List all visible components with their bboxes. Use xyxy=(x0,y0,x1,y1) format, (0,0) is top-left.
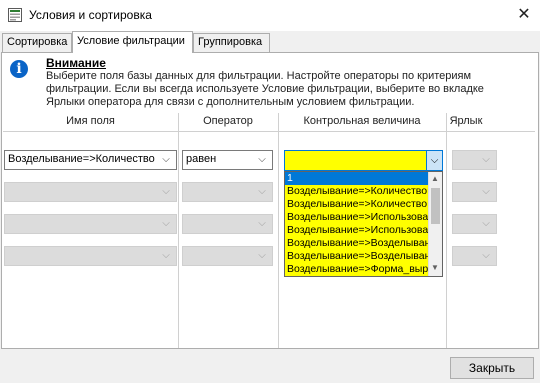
field-name-value: Возделывание=>Количество xyxy=(8,153,155,165)
dropdown-item[interactable]: Возделывание=>Использова xyxy=(285,211,431,224)
info-text-line-1: Выберите поля базы данных для фильтрации… xyxy=(46,70,472,82)
tab-filter-condition[interactable]: Условие фильтрации xyxy=(72,31,193,53)
field-name-select[interactable]: ⌵ xyxy=(4,214,177,234)
control-value-combobox[interactable] xyxy=(284,150,443,171)
operator-select[interactable]: ⌵ xyxy=(182,246,273,266)
chevron-down-icon: ⌵ xyxy=(258,154,266,165)
control-value-dropdown: 1 Возделывание=>Количество Возделывание=… xyxy=(284,171,443,277)
close-icon[interactable]: ✕ xyxy=(512,4,536,26)
dropdown-item[interactable]: 1 xyxy=(285,172,431,185)
chevron-down-icon: ⌵ xyxy=(258,250,266,261)
label-select[interactable]: ⌵ xyxy=(452,214,497,234)
column-divider xyxy=(178,113,179,348)
label-select[interactable]: ⌵ xyxy=(452,182,497,202)
chevron-down-icon: ⌵ xyxy=(162,154,170,165)
chevron-down-icon[interactable]: ⌵ xyxy=(426,151,442,170)
column-divider xyxy=(446,113,447,348)
dropdown-item[interactable]: Возделывание=>Возделыван xyxy=(285,250,431,263)
info-icon: i xyxy=(10,60,28,78)
info-title: Внимание xyxy=(46,56,106,70)
dropdown-item[interactable]: Возделывание=>Использова xyxy=(285,224,431,237)
label-select[interactable]: ⌵ xyxy=(452,150,497,170)
chevron-down-icon: ⌵ xyxy=(162,218,170,229)
dropdown-item[interactable]: Возделывание=>Форма_выр xyxy=(285,263,431,276)
operator-select[interactable]: ⌵ xyxy=(182,214,273,234)
dropdown-item[interactable]: Возделывание=>Количество xyxy=(285,185,431,198)
tab-grouping[interactable]: Группировка xyxy=(193,33,270,52)
close-button[interactable]: Закрыть xyxy=(450,357,534,379)
chevron-down-icon: ⌵ xyxy=(482,250,490,261)
chevron-down-icon: ⌵ xyxy=(258,186,266,197)
info-text-line-2: фильтрации. Если вы всегда используете У… xyxy=(46,83,484,95)
column-header-label: Ярлык xyxy=(449,115,483,127)
scrollbar-thumb[interactable] xyxy=(431,188,440,224)
field-name-select[interactable]: ⌵ xyxy=(4,182,177,202)
operator-value: равен xyxy=(186,153,217,165)
column-header-operator: Оператор xyxy=(203,115,253,127)
tab-sorting[interactable]: Сортировка xyxy=(2,33,72,52)
operator-select[interactable]: ⌵ xyxy=(182,182,273,202)
operator-select[interactable]: равен ⌵ xyxy=(182,150,273,170)
chevron-down-icon: ⌵ xyxy=(258,218,266,229)
field-name-select[interactable]: Возделывание=>Количество ⌵ xyxy=(4,150,177,170)
label-select[interactable]: ⌵ xyxy=(452,246,497,266)
chevron-down-icon: ⌵ xyxy=(162,250,170,261)
app-icon xyxy=(8,8,22,22)
info-text-line-3: Ярлыки оператора для связи с дополнитель… xyxy=(46,96,415,108)
chevron-down-icon: ⌵ xyxy=(162,186,170,197)
column-header-field-name: Имя поля xyxy=(66,115,115,127)
field-name-select[interactable]: ⌵ xyxy=(4,246,177,266)
dropdown-item[interactable]: Возделывание=>Возделыван xyxy=(285,237,431,250)
chevron-down-icon: ⌵ xyxy=(482,154,490,165)
dropdown-item[interactable]: Возделывание=>Количество xyxy=(285,198,431,211)
chevron-down-icon: ⌵ xyxy=(482,218,490,229)
chevron-down-icon: ⌵ xyxy=(482,186,490,197)
scroll-up-icon[interactable]: ▲ xyxy=(429,173,441,185)
column-divider xyxy=(278,113,279,348)
window-title: Условия и сортировка xyxy=(29,8,152,22)
scroll-down-icon[interactable]: ▼ xyxy=(429,262,441,274)
column-header-value: Контрольная величина xyxy=(303,115,421,127)
header-divider xyxy=(3,131,535,132)
